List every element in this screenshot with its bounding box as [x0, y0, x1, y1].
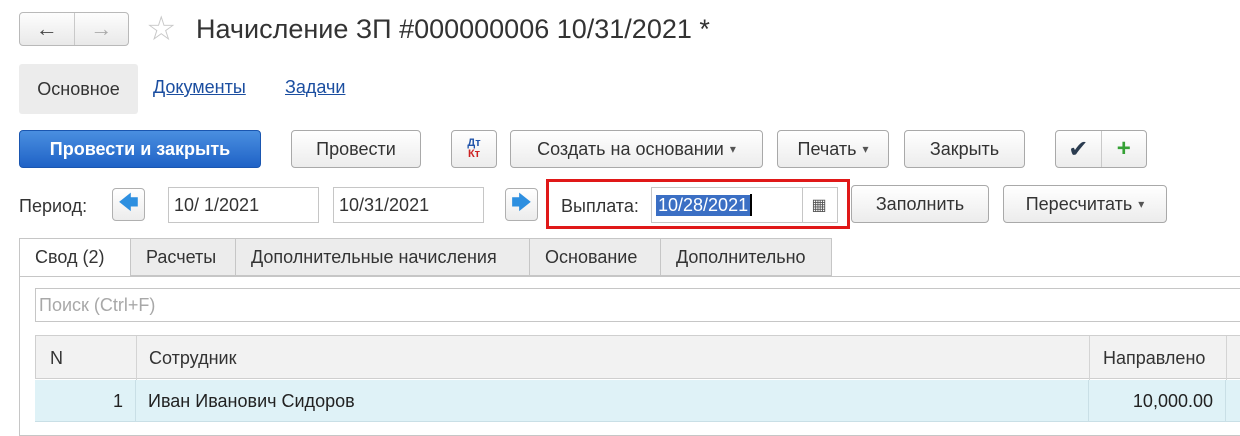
content-tabs: Свод (2) Расчеты Дополнительные начислен… — [19, 238, 832, 277]
tab-additional-accruals[interactable]: Дополнительные начисления — [236, 238, 530, 276]
checkmark-icon[interactable]: ✔ — [1056, 131, 1101, 167]
row-divider — [1225, 380, 1226, 422]
create-based-on-button[interactable]: Создать на основании — [510, 130, 763, 168]
history-nav: ← → — [19, 12, 129, 46]
back-button[interactable]: ← — [20, 13, 74, 45]
tab-main[interactable]: Основное — [19, 64, 138, 114]
page-title: Начисление ЗП #000000006 10/31/2021 * — [196, 14, 710, 44]
period-label: Период: — [19, 196, 88, 216]
forward-button[interactable]: → — [73, 13, 129, 45]
calendar-icon[interactable]: ▦ — [802, 188, 835, 222]
table-row[interactable]: 1 Иван Иванович Сидоров 10,000.00 — [35, 380, 1240, 422]
cell-n: 1 — [112, 390, 123, 411]
period-end-field[interactable]: 10/31/2021 — [333, 187, 484, 223]
tab-basis[interactable]: Основание — [530, 238, 661, 276]
dt-kt-icon: Дт Кт — [467, 137, 481, 160]
arrow-right-blue-icon: 🡆 — [511, 191, 532, 214]
plus-icon[interactable]: + — [1100, 131, 1147, 167]
close-button[interactable]: Закрыть — [904, 130, 1025, 168]
tab-summary[interactable]: Свод (2) — [19, 238, 131, 277]
recalculate-button[interactable]: Пересчитать — [1003, 185, 1167, 223]
period-next-button[interactable]: 🡆 — [505, 188, 538, 221]
post-and-close-button[interactable]: Провести и закрыть — [19, 130, 261, 168]
period-prev-button[interactable]: 🡄 — [112, 188, 145, 221]
fill-button[interactable]: Заполнить — [851, 185, 989, 223]
arrow-left-blue-icon: 🡄 — [118, 191, 139, 214]
column-divider — [1226, 336, 1227, 380]
column-employee[interactable]: Сотрудник — [149, 336, 236, 380]
column-divider — [1089, 336, 1090, 380]
favorite-star-icon[interactable]: ☆ — [146, 12, 176, 46]
action-pair: ✔ + — [1055, 130, 1147, 168]
tab-extra[interactable]: Дополнительно — [661, 238, 832, 276]
column-divider — [136, 336, 137, 380]
cell-sent: 10,000.00 — [1132, 390, 1213, 411]
row-divider — [135, 380, 136, 422]
dt-kt-button[interactable]: Дт Кт — [451, 130, 497, 168]
column-n[interactable]: N — [50, 336, 63, 380]
post-button[interactable]: Провести — [291, 130, 421, 168]
table-header: N Сотрудник Направлено — [35, 335, 1240, 380]
column-sent[interactable]: Направлено — [1103, 336, 1205, 380]
text-caret — [750, 194, 753, 216]
search-input[interactable]: Поиск (Ctrl+F) — [35, 288, 1240, 322]
tab-documents[interactable]: Документы — [153, 77, 246, 98]
payment-date-value: 10/28/2021 — [656, 194, 751, 216]
tab-calculations[interactable]: Расчеты — [131, 238, 236, 276]
period-start-field[interactable]: 10/ 1/2021 — [168, 187, 319, 223]
payment-label: Выплата: — [561, 196, 639, 216]
print-button[interactable]: Печать — [777, 130, 889, 168]
arrow-right-icon: → — [90, 16, 113, 41]
arrow-left-icon: ← — [35, 16, 58, 41]
tab-tasks[interactable]: Задачи — [285, 77, 345, 98]
cell-employee: Иван Иванович Сидоров — [148, 390, 355, 411]
